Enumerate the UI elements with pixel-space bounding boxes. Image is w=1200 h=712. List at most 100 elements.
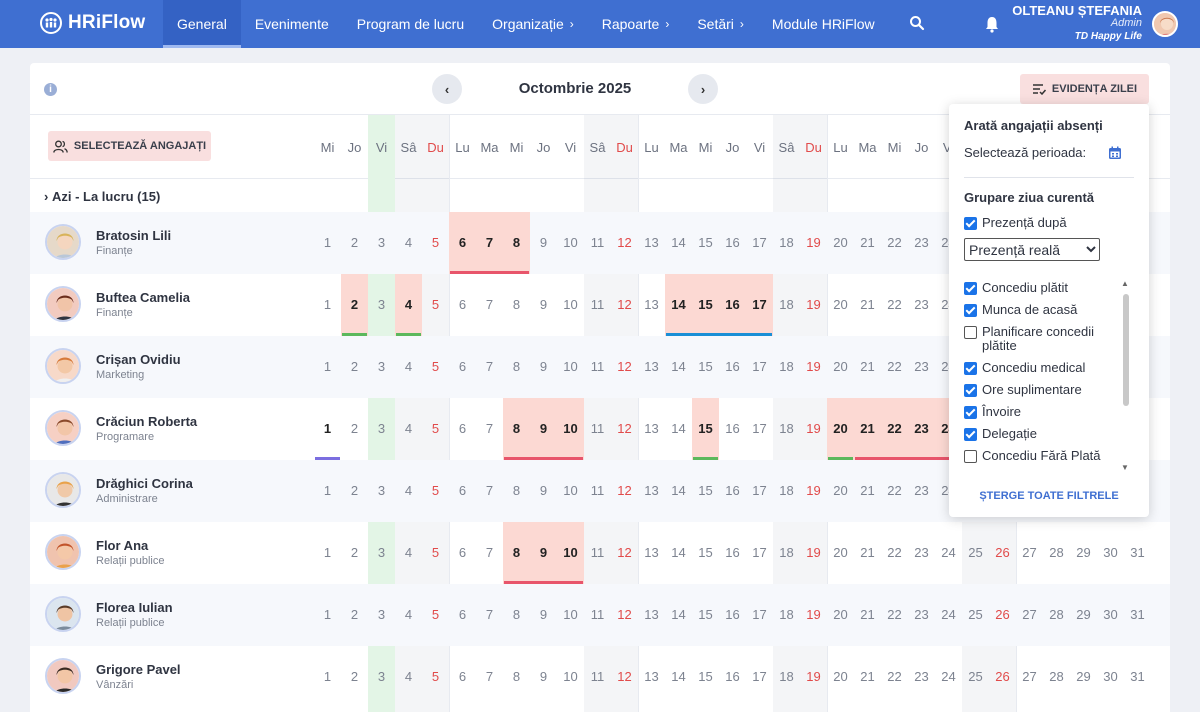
day-cell[interactable]: 26	[989, 522, 1016, 584]
day-cell[interactable]: 17	[746, 336, 773, 398]
day-cell[interactable]: 29	[1070, 522, 1097, 584]
day-cell[interactable]: 30	[1097, 646, 1124, 708]
day-cell[interactable]: 12	[611, 646, 638, 708]
day-cell[interactable]: 27	[1016, 646, 1043, 708]
day-cell[interactable]: 13	[638, 646, 665, 708]
day-cell[interactable]: 23	[908, 274, 935, 336]
day-cell[interactable]: 21	[854, 336, 881, 398]
filter-checkbox[interactable]: Planificare concedii plătite	[964, 325, 1114, 353]
day-cell[interactable]: 23	[908, 336, 935, 398]
day-cell[interactable]: 19	[800, 336, 827, 398]
day-cell[interactable]: 20	[827, 398, 854, 460]
day-cell[interactable]: 6	[449, 584, 476, 646]
day-cell[interactable]: 1	[314, 212, 341, 274]
day-cell[interactable]: 8	[503, 460, 530, 522]
day-cell[interactable]: 8	[503, 212, 530, 274]
day-cell[interactable]: 15	[692, 522, 719, 584]
day-cell[interactable]: 24	[935, 584, 962, 646]
day-cell[interactable]: 1	[314, 522, 341, 584]
day-cell[interactable]: 2	[341, 212, 368, 274]
nav-item-3[interactable]: Organizație ›	[478, 0, 588, 48]
user-avatar[interactable]	[1152, 11, 1178, 37]
day-cell[interactable]: 19	[800, 646, 827, 708]
day-cell[interactable]: 4	[395, 398, 422, 460]
day-cell[interactable]: 22	[881, 522, 908, 584]
day-cell[interactable]: 30	[1097, 584, 1124, 646]
day-cell[interactable]: 11	[584, 336, 611, 398]
day-cell[interactable]: 11	[584, 460, 611, 522]
day-cell[interactable]: 4	[395, 212, 422, 274]
day-cell[interactable]: 15	[692, 460, 719, 522]
day-cell[interactable]: 18	[773, 398, 800, 460]
day-cell[interactable]: 10	[557, 336, 584, 398]
day-cell[interactable]: 20	[827, 460, 854, 522]
day-cell[interactable]: 5	[422, 336, 449, 398]
day-cell[interactable]: 10	[557, 646, 584, 708]
info-icon[interactable]: i	[44, 83, 57, 96]
day-cell[interactable]: 21	[854, 584, 881, 646]
employee-name[interactable]: Buftea Camelia	[96, 290, 190, 305]
day-cell[interactable]: 20	[827, 584, 854, 646]
day-cell[interactable]: 26	[989, 584, 1016, 646]
day-cell[interactable]: 11	[584, 522, 611, 584]
day-cell[interactable]: 5	[422, 274, 449, 336]
employee-name[interactable]: Flor Ana	[96, 538, 148, 553]
nav-item-4[interactable]: Rapoarte ›	[588, 0, 684, 48]
day-cell[interactable]: 15	[692, 584, 719, 646]
filter-checkbox[interactable]: Concediu medical	[964, 361, 1114, 375]
day-cell[interactable]: 13	[638, 336, 665, 398]
day-cell[interactable]: 8	[503, 336, 530, 398]
day-cell[interactable]: 14	[665, 584, 692, 646]
day-cell[interactable]: 12	[611, 522, 638, 584]
day-cell[interactable]: 21	[854, 646, 881, 708]
day-cell[interactable]: 7	[476, 398, 503, 460]
day-cell[interactable]: 20	[827, 212, 854, 274]
day-cell[interactable]: 7	[476, 460, 503, 522]
day-cell[interactable]: 15	[692, 212, 719, 274]
day-cell[interactable]: 1	[314, 460, 341, 522]
day-cell[interactable]: 17	[746, 646, 773, 708]
day-cell[interactable]: 16	[719, 460, 746, 522]
nav-item-6[interactable]: Module HRiFlow	[758, 0, 889, 48]
day-cell[interactable]: 12	[611, 336, 638, 398]
day-cell[interactable]: 9	[530, 398, 557, 460]
day-cell[interactable]: 2	[341, 336, 368, 398]
day-cell[interactable]: 2	[341, 584, 368, 646]
day-cell[interactable]: 14	[665, 212, 692, 274]
day-cell[interactable]: 13	[638, 398, 665, 460]
day-cell[interactable]: 9	[530, 274, 557, 336]
day-cell[interactable]: 31	[1124, 522, 1151, 584]
day-cell[interactable]: 2	[341, 398, 368, 460]
day-cell[interactable]: 11	[584, 398, 611, 460]
day-cell[interactable]: 7	[476, 274, 503, 336]
day-cell[interactable]: 25	[962, 646, 989, 708]
day-cell[interactable]: 18	[773, 522, 800, 584]
day-cell[interactable]: 9	[530, 460, 557, 522]
day-cell[interactable]: 4	[395, 522, 422, 584]
day-cell[interactable]: 11	[584, 274, 611, 336]
day-cell[interactable]: 10	[557, 460, 584, 522]
day-cell[interactable]: 6	[449, 398, 476, 460]
day-cell[interactable]: 3	[368, 584, 395, 646]
day-cell[interactable]: 23	[908, 460, 935, 522]
day-cell[interactable]: 8	[503, 522, 530, 584]
day-cell[interactable]: 6	[449, 336, 476, 398]
day-cell[interactable]: 12	[611, 274, 638, 336]
day-cell[interactable]: 8	[503, 646, 530, 708]
group-header[interactable]: › Azi - La lucru (15)	[44, 189, 160, 204]
checkbox-checked[interactable]	[964, 406, 977, 419]
day-cell[interactable]: 16	[719, 646, 746, 708]
day-cell[interactable]: 15	[692, 274, 719, 336]
employee-name[interactable]: Florea Iulian	[96, 600, 173, 615]
day-cell[interactable]: 25	[962, 584, 989, 646]
day-cell[interactable]: 29	[1070, 646, 1097, 708]
employee-row[interactable]: Florea Iulian Relații publice 1 2 3 4 5 6 7 8 9 10 1…	[30, 584, 1170, 646]
day-cell[interactable]: 3	[368, 398, 395, 460]
day-cell[interactable]: 2	[341, 460, 368, 522]
day-cell[interactable]: 16	[719, 584, 746, 646]
filter-checkbox[interactable]: Munca de acasă	[964, 303, 1114, 317]
day-cell[interactable]: 28	[1043, 646, 1070, 708]
day-cell[interactable]: 17	[746, 460, 773, 522]
day-cell[interactable]: 9	[530, 584, 557, 646]
day-cell[interactable]: 22	[881, 460, 908, 522]
